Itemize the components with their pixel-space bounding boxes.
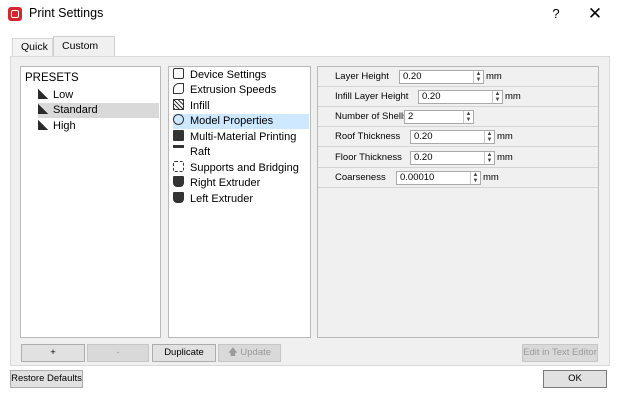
ok-button[interactable]: OK — [543, 370, 607, 388]
speed-icon — [173, 83, 184, 94]
supports-icon — [173, 161, 184, 172]
roof-thickness-spinbox[interactable]: 0.20 ▲ ▼ — [410, 130, 495, 144]
category-label: Left Extruder — [190, 193, 253, 205]
property-unit: mm — [483, 172, 499, 183]
quality-signal-icon — [38, 104, 48, 114]
category-label: Multi-Material Printing — [190, 131, 297, 143]
update-button[interactable]: 🡅 Update — [218, 344, 281, 362]
spin-arrows-icon[interactable]: ▲ ▼ — [492, 91, 502, 103]
category-extrusion-speeds[interactable]: Extrusion Speeds — [173, 83, 309, 98]
preset-item-low[interactable]: Low — [38, 88, 159, 103]
category-label: Device Settings — [190, 69, 267, 81]
category-label: Model Properties — [190, 115, 274, 127]
category-right-extruder[interactable]: Right Extruder — [173, 176, 309, 191]
edit-in-text-editor-button[interactable]: Edit in Text Editor — [522, 344, 598, 362]
window-icon — [173, 68, 184, 79]
duplicate-button[interactable]: Duplicate — [152, 344, 216, 362]
category-supports-and-bridging[interactable]: Supports and Bridging — [173, 161, 309, 176]
property-label: Coarseness — [335, 172, 386, 183]
property-label: Infill Layer Height — [335, 91, 409, 102]
infill-layer-height-spinbox[interactable]: 0.20 ▲ ▼ — [418, 90, 503, 104]
property-unit: mm — [497, 131, 513, 142]
preset-label: Standard — [53, 104, 98, 116]
property-unit: mm — [486, 71, 502, 82]
settings-category-list: Device Settings Extrusion Speeds Infill … — [168, 66, 311, 338]
category-multi-material-printing[interactable]: Multi-Material Printing — [173, 130, 309, 145]
custom-settings-panel: PRESETS Low Standard High Device Setting… — [10, 56, 610, 366]
presets-header: PRESETS — [25, 72, 79, 84]
app-logo-icon — [8, 7, 22, 21]
close-button[interactable]: ✕ — [582, 2, 608, 26]
quality-signal-icon — [38, 89, 48, 99]
category-model-properties[interactable]: Model Properties — [173, 114, 309, 129]
layer-height-spinbox[interactable]: 0.20 ▲ ▼ — [399, 70, 484, 84]
remove-preset-button[interactable]: - — [87, 344, 149, 362]
number-of-shells-spinbox[interactable]: 2 ▲ ▼ — [404, 110, 474, 124]
property-row-coarseness: Coarseness 0.00010 ▲ ▼ mm — [318, 168, 598, 188]
multi-material-icon — [173, 130, 184, 141]
property-row-layer-height: Layer Height 0.20 ▲ ▼ mm — [318, 67, 598, 87]
preset-label: Low — [53, 89, 74, 101]
infill-icon — [173, 99, 184, 110]
presets-list: PRESETS Low Standard High — [20, 66, 161, 338]
dialog-footer — [0, 366, 620, 401]
category-left-extruder[interactable]: Left Extruder — [173, 192, 309, 207]
quality-signal-icon — [38, 120, 48, 130]
property-row-roof-thickness: Roof Thickness 0.20 ▲ ▼ mm — [318, 127, 598, 147]
model-icon — [173, 114, 184, 125]
restore-defaults-button[interactable]: Restore Defaults — [10, 370, 83, 388]
spin-arrows-icon[interactable]: ▲ ▼ — [484, 131, 494, 143]
upload-arrow-icon: 🡅 — [227, 347, 238, 358]
property-row-floor-thickness: Floor Thickness 0.20 ▲ ▼ mm — [318, 148, 598, 168]
category-infill[interactable]: Infill — [173, 99, 309, 114]
spin-arrows-icon[interactable]: ▲ ▼ — [470, 172, 480, 184]
property-unit: mm — [497, 152, 513, 163]
extruder-icon — [173, 176, 184, 187]
spin-arrows-icon[interactable]: ▲ ▼ — [463, 111, 473, 123]
title-bar: Print Settings ? ✕ — [0, 0, 620, 30]
category-label: Right Extruder — [190, 177, 261, 189]
property-label: Floor Thickness — [335, 152, 402, 163]
coarseness-spinbox[interactable]: 0.00010 ▲ ▼ — [396, 171, 481, 185]
category-label: Raft — [190, 146, 211, 158]
preset-label: High — [53, 120, 76, 132]
category-label: Infill — [190, 100, 210, 112]
category-label: Supports and Bridging — [190, 162, 299, 174]
property-label: Roof Thickness — [335, 131, 401, 142]
property-label: Number of Shells — [335, 111, 408, 122]
preset-item-high[interactable]: High — [38, 119, 159, 134]
extruder-icon — [173, 192, 184, 203]
floor-thickness-spinbox[interactable]: 0.20 ▲ ▼ — [410, 151, 495, 165]
tab-custom[interactable]: Custom — [53, 36, 115, 57]
window-title: Print Settings — [29, 6, 104, 20]
update-label: Update — [240, 347, 272, 358]
property-row-infill-layer-height: Infill Layer Height 0.20 ▲ ▼ mm — [318, 87, 598, 107]
spin-arrows-icon[interactable]: ▲ ▼ — [473, 71, 483, 83]
category-label: Extrusion Speeds — [190, 84, 277, 96]
tab-quick[interactable]: Quick — [12, 38, 53, 56]
property-label: Layer Height — [335, 71, 389, 82]
property-unit: mm — [505, 91, 521, 102]
category-raft[interactable]: Raft — [173, 145, 309, 160]
model-properties-grid: Layer Height 0.20 ▲ ▼ mm Infill Layer Heig… — [317, 66, 599, 338]
add-preset-button[interactable]: + — [21, 344, 85, 362]
preset-item-standard[interactable]: Standard — [38, 103, 159, 118]
category-device-settings[interactable]: Device Settings — [173, 68, 309, 83]
property-row-number-of-shells: Number of Shells 2 ▲ ▼ — [318, 107, 598, 127]
help-button[interactable]: ? — [546, 4, 566, 24]
spin-arrows-icon[interactable]: ▲ ▼ — [484, 152, 494, 164]
raft-icon — [173, 145, 184, 156]
